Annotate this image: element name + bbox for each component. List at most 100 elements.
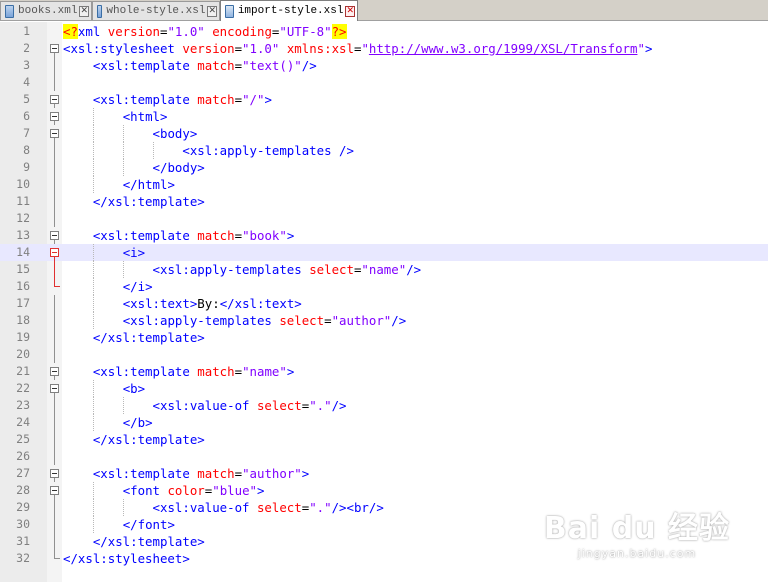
- fold-line: [54, 142, 55, 159]
- code-line[interactable]: 12: [0, 210, 768, 227]
- line-number: 13: [16, 228, 30, 242]
- code-line[interactable]: 4: [0, 74, 768, 91]
- code-line[interactable]: 8 <xsl:apply-templates />: [0, 142, 768, 159]
- line-number: 32: [16, 551, 30, 565]
- fold-line: [54, 312, 55, 329]
- token-tag: <html>: [122, 109, 168, 124]
- code-line[interactable]: 22 <b>: [0, 380, 768, 397]
- token-tag: >: [257, 483, 265, 498]
- code-line[interactable]: 19 </xsl:template>: [0, 329, 768, 346]
- fold-line: [54, 295, 55, 312]
- watermark-site: jingyan.baidu.com: [577, 547, 697, 560]
- token-plain: =: [234, 364, 243, 379]
- tab-label: whole-style.xsl: [106, 5, 206, 17]
- indent-guide: [92, 499, 94, 516]
- fold-toggle-icon[interactable]: [50, 112, 59, 121]
- code-text: <xsl:apply-templates />: [63, 142, 354, 159]
- code-text: </xsl:template>: [63, 533, 205, 550]
- fold-line: [54, 516, 55, 533]
- tab-import-style-xsl[interactable]: import-style.xsl ✕: [220, 0, 358, 21]
- code-line[interactable]: 26: [0, 448, 768, 465]
- fold-line: [54, 74, 55, 91]
- code-line[interactable]: 14 <i>: [0, 244, 768, 261]
- fold-toggle-icon[interactable]: [50, 129, 59, 138]
- code-line[interactable]: 2 <xsl:stylesheet version="1.0" xmlns:xsl…: [0, 40, 768, 57]
- code-line[interactable]: 15 <xsl:apply-templates select="name"/>: [0, 261, 768, 278]
- token-attr: select: [256, 398, 302, 413]
- code-line[interactable]: 5 <xsl:template match="/">: [0, 91, 768, 108]
- fold-line: [54, 397, 55, 414]
- token-tag: >: [264, 92, 272, 107]
- fold-toggle-icon[interactable]: [50, 248, 59, 257]
- code-line[interactable]: 18 <xsl:apply-templates select="author"/…: [0, 312, 768, 329]
- line-number: 6: [23, 109, 30, 123]
- close-icon[interactable]: ✕: [345, 5, 355, 17]
- code-line[interactable]: 10 </html>: [0, 176, 768, 193]
- close-icon[interactable]: ✕: [79, 5, 89, 17]
- fold-toggle-icon[interactable]: [50, 469, 59, 478]
- fold-toggle-icon[interactable]: [50, 44, 59, 53]
- indent-guide: [152, 142, 154, 159]
- tab-label: books.xml: [18, 5, 78, 17]
- code-line[interactable]: 20: [0, 346, 768, 363]
- token-tag: <xsl:value-of: [152, 398, 257, 413]
- code-text: <xsl:value-of select="."/><br/>: [63, 499, 384, 516]
- code-line[interactable]: 27 <xsl:template match="author">: [0, 465, 768, 482]
- code-line[interactable]: 17 <xsl:text>By:</xsl:text>: [0, 295, 768, 312]
- indent-guide: [92, 125, 94, 142]
- fold-toggle-icon[interactable]: [50, 95, 59, 104]
- token-tag: </body>: [152, 160, 205, 175]
- code-line[interactable]: 25 </xsl:template>: [0, 431, 768, 448]
- token-tag: >: [644, 41, 653, 56]
- code-text: <xsl:template match="book">: [63, 227, 294, 244]
- fold-toggle-icon[interactable]: [50, 367, 59, 376]
- tab-label: import-style.xsl: [237, 5, 344, 17]
- code-line[interactable]: 3 <xsl:template match="text()"/>: [0, 57, 768, 74]
- indent-guide: [92, 278, 94, 295]
- line-number: 29: [16, 500, 30, 514]
- code-line[interactable]: 21 <xsl:template match="name">: [0, 363, 768, 380]
- file-icon: [5, 4, 15, 18]
- code-line[interactable]: 23 <xsl:value-of select="."/>: [0, 397, 768, 414]
- line-number: 30: [16, 517, 30, 531]
- close-icon[interactable]: ✕: [207, 5, 217, 17]
- code-line[interactable]: 28 <font color="blue">: [0, 482, 768, 499]
- token-tag: </html>: [122, 177, 175, 192]
- token-val: "author": [331, 313, 392, 328]
- token-plain: =: [234, 58, 243, 73]
- token-url: http://www.w3.org/1999/XSL/Transform: [368, 41, 638, 56]
- token-tag: >: [286, 228, 295, 243]
- fold-toggle-icon[interactable]: [50, 231, 59, 240]
- line-number: 24: [16, 415, 30, 429]
- line-number: 10: [16, 177, 30, 191]
- code-line[interactable]: 13 <xsl:template match="book">: [0, 227, 768, 244]
- fold-toggle-icon[interactable]: [50, 486, 59, 495]
- tab-books-xml[interactable]: books.xml ✕: [0, 1, 92, 20]
- token-tag: <xsl:template: [92, 58, 198, 73]
- code-line[interactable]: 24 </b>: [0, 414, 768, 431]
- line-number: 14: [16, 245, 30, 259]
- code-line[interactable]: 6 <html>: [0, 108, 768, 125]
- token-tag: />: [391, 313, 407, 328]
- code-line[interactable]: 11 </xsl:template>: [0, 193, 768, 210]
- code-text: <b>: [63, 380, 145, 397]
- token-val: "blue": [212, 483, 257, 498]
- fold-toggle-icon[interactable]: [50, 384, 59, 393]
- code-line[interactable]: 16 </i>: [0, 278, 768, 295]
- code-editor[interactable]: 1 <?xml version="1.0" encoding="UTF-8"?> 2…: [0, 23, 768, 567]
- code-line[interactable]: 7 <body>: [0, 125, 768, 142]
- indent-guide: [92, 108, 94, 125]
- token-tag: />: [301, 58, 317, 73]
- code-line[interactable]: 1 <?xml version="1.0" encoding="UTF-8"?>: [0, 23, 768, 40]
- tab-whole-style-xsl[interactable]: whole-style.xsl ✕: [92, 1, 220, 20]
- code-line[interactable]: 9 </body>: [0, 159, 768, 176]
- line-number: 21: [16, 364, 30, 378]
- line-number: 4: [23, 75, 30, 89]
